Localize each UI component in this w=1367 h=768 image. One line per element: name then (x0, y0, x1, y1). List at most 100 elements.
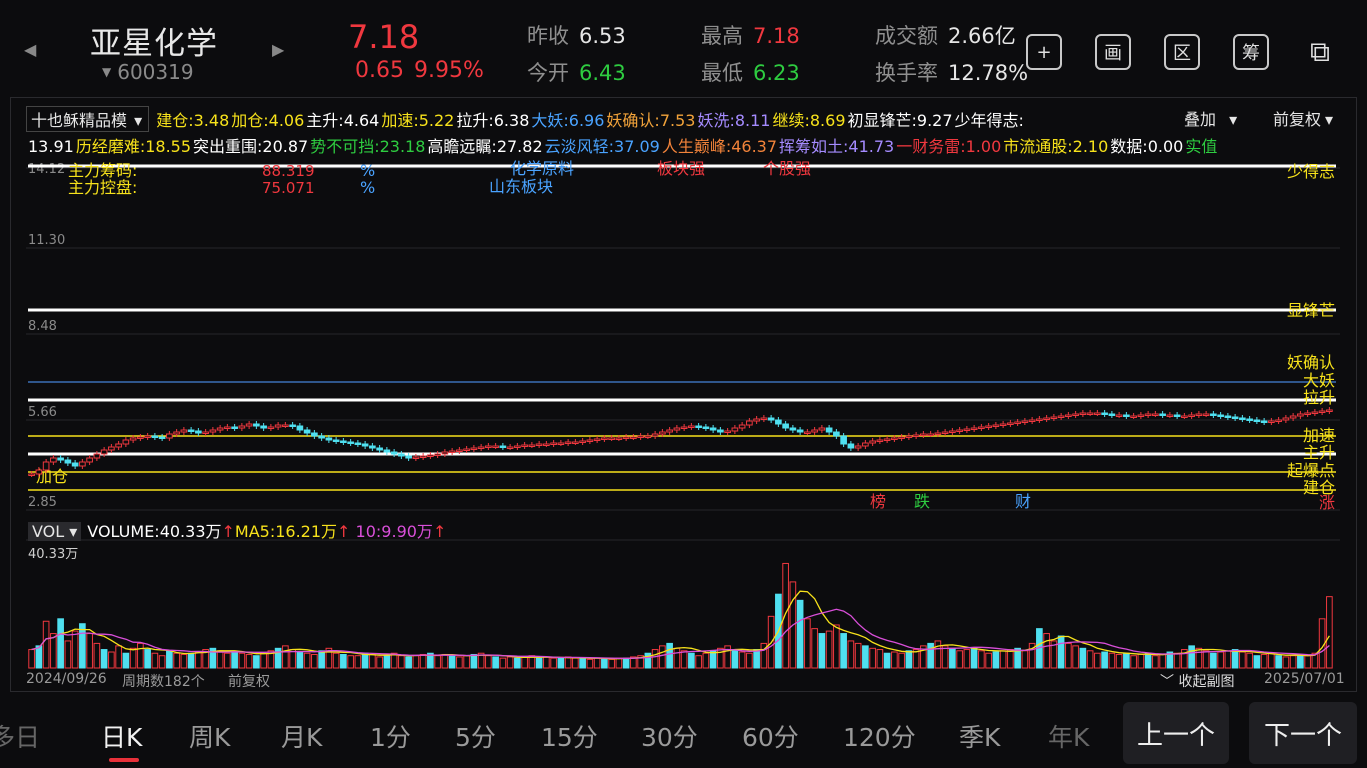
indicator-value: 一财务雷:1.00 (896, 137, 1002, 156)
ma10-value: 10:9.90万 (355, 522, 433, 541)
stat-open: 今开 6.43 (527, 57, 626, 87)
tab-quarter-k[interactable]: 季K (959, 718, 1000, 754)
indicator-value: 继续:8.69 (772, 111, 846, 130)
stat-value: 2.66亿 (948, 24, 1016, 48)
tab-multi-day[interactable]: 多日 (0, 718, 40, 754)
up-arrow-icon: ↑ (221, 522, 235, 541)
stat-value: 6.43 (579, 61, 626, 85)
devices-icon[interactable]: ⧉ (1302, 34, 1338, 70)
add-icon[interactable]: + (1026, 34, 1062, 70)
indicator-value: 初显锋芒:9.27 (847, 111, 953, 130)
next-stock-arrow-icon[interactable]: ▶ (272, 40, 284, 59)
chips-icon[interactable]: 筹 (1233, 34, 1269, 70)
start-date: 2024/09/26 (26, 671, 107, 687)
tab-30min[interactable]: 30分 (641, 718, 698, 754)
vol-label: VOL (32, 522, 65, 541)
volume-value: VOLUME:40.33万 (87, 522, 222, 541)
kline-panel (10, 97, 1357, 692)
indicator-value: 市流通股:2.10 (1003, 137, 1109, 156)
indicator-value: 13.91 (28, 137, 74, 156)
chevron-down-icon: ﹀ (1160, 674, 1174, 690)
indicator-value: 突出重围:20.87 (193, 137, 309, 156)
price-change: 0.65 9.95% (355, 58, 484, 83)
next-button[interactable]: 下一个 (1249, 702, 1357, 764)
indicator-value: 建仓:3.48 (156, 111, 230, 130)
tab-5min[interactable]: 5分 (455, 718, 496, 754)
indicator-value: 妖洗:8.11 (697, 111, 771, 130)
tab-1min[interactable]: 1分 (370, 718, 411, 754)
stat-value: 12.78% (948, 61, 1029, 85)
caret-down-icon: ▾ (1229, 110, 1238, 129)
indicator-value: 主升:4.64 (306, 111, 380, 130)
tab-60min[interactable]: 60分 (742, 718, 799, 754)
caret-down-icon: ▾ (134, 111, 143, 130)
indicator-value: 人生巅峰:46.37 (661, 137, 778, 156)
adjust-label: 前复权 (1273, 110, 1322, 129)
stat-turnover-rate: 换手率 12.78% (875, 57, 1028, 87)
indicator-value: 妖确认:7.53 (606, 111, 696, 130)
change-value: 0.65 (355, 58, 404, 83)
caret-down-icon: ▾ (1325, 110, 1334, 129)
tab-120min[interactable]: 120分 (843, 718, 916, 754)
overlay-label: 叠加 (1184, 110, 1217, 129)
indicator-value: 云淡风轻:37.09 (544, 137, 660, 156)
stat-label: 今开 (527, 61, 569, 85)
indicator-value: 数据:0.00 (1110, 137, 1184, 156)
tab-15min[interactable]: 15分 (541, 718, 598, 754)
stat-value: 6.53 (579, 24, 626, 48)
stock-code: 600319 (117, 60, 194, 84)
indicator-row-1: 十也稣精品模 ▾ 建仓:3.48 加仓:4.06 主升:4.64 加速:5.22 拉升:… (26, 106, 1026, 132)
quote-header: ◀ 亚星化学 ▶ ▼ 600319 7.18 0.65 9.95% 昨收 6.53 最… (0, 0, 1367, 92)
stat-label: 最高 (701, 24, 743, 48)
tab-week-k[interactable]: 周K (189, 718, 230, 754)
stat-value: 7.18 (753, 24, 800, 48)
indicator-value: 加仓:4.06 (231, 111, 305, 130)
prev-button[interactable]: 上一个 (1123, 702, 1229, 764)
caret-down-icon: ▼ (102, 65, 112, 79)
stat-label: 成交额 (875, 24, 938, 48)
volume-indicator-select[interactable]: VOL ▾ (28, 522, 82, 541)
tab-day-k[interactable]: 日K (101, 718, 142, 754)
volume-legend: VOL ▾ VOLUME:40.33万↑MA5:16.21万↑ 10:9.90万↑ (28, 518, 446, 542)
stat-turnover-amount: 成交额 2.66亿 (875, 20, 1016, 50)
indicator-value: 挥筹如土:41.73 (779, 137, 895, 156)
indicator-value: 势不可挡:23.18 (310, 137, 426, 156)
indicator-value: 历经磨难:18.55 (75, 137, 192, 156)
overlay-select[interactable]: 叠加 ▾ (1184, 106, 1237, 130)
up-arrow-icon: ↑ (337, 522, 351, 541)
indicator-value: 实值 (1185, 137, 1218, 156)
change-percent: 9.95% (413, 58, 484, 83)
active-tab-indicator (109, 758, 139, 762)
stat-value: 6.23 (753, 61, 800, 85)
indicator-value: 高瞻远瞩:27.82 (427, 137, 543, 156)
stat-label: 换手率 (875, 61, 938, 85)
indicator-value: 加速:5.22 (381, 111, 455, 130)
stock-name: 亚星化学 (90, 26, 218, 62)
stat-label: 昨收 (527, 24, 569, 48)
indicator-template-select[interactable]: 十也稣精品模 ▾ (26, 106, 150, 132)
stat-low: 最低 6.23 (701, 57, 800, 87)
indicator-value: 拉升:6.38 (456, 111, 530, 130)
up-arrow-icon: ↑ (432, 522, 447, 541)
ma5-value: MA5:16.21万 (234, 522, 338, 541)
collapse-label: 收起副图 (1178, 674, 1235, 690)
tab-month-k[interactable]: 月K (281, 718, 322, 754)
adjust-select[interactable]: 前复权 ▾ (1273, 106, 1333, 130)
stat-prev-close: 昨收 6.53 (527, 20, 626, 50)
stat-label: 最低 (701, 61, 743, 85)
caret-down-icon: ▾ (69, 522, 78, 541)
period-count: 周期数182个 (122, 674, 205, 690)
indicator-value: 少年得志: (954, 111, 1024, 130)
stock-code-selector[interactable]: ▼ 600319 (102, 60, 194, 84)
stat-high: 最高 7.18 (701, 20, 800, 50)
collapse-subchart-button[interactable]: ﹀ 收起副图 (1160, 671, 1234, 691)
tab-year-k[interactable]: 年K (1048, 718, 1089, 754)
end-date: 2025/07/01 (1264, 671, 1345, 687)
draw-icon[interactable]: 画 (1095, 34, 1131, 70)
adjust-mode: 前复权 (228, 674, 270, 690)
indicator-value: 大妖:6.96 (531, 111, 605, 130)
zone-icon[interactable]: 区 (1164, 34, 1200, 70)
last-price: 7.18 (348, 18, 420, 56)
template-label: 十也稣精品模 (31, 111, 128, 130)
prev-stock-arrow-icon[interactable]: ◀ (24, 40, 36, 59)
